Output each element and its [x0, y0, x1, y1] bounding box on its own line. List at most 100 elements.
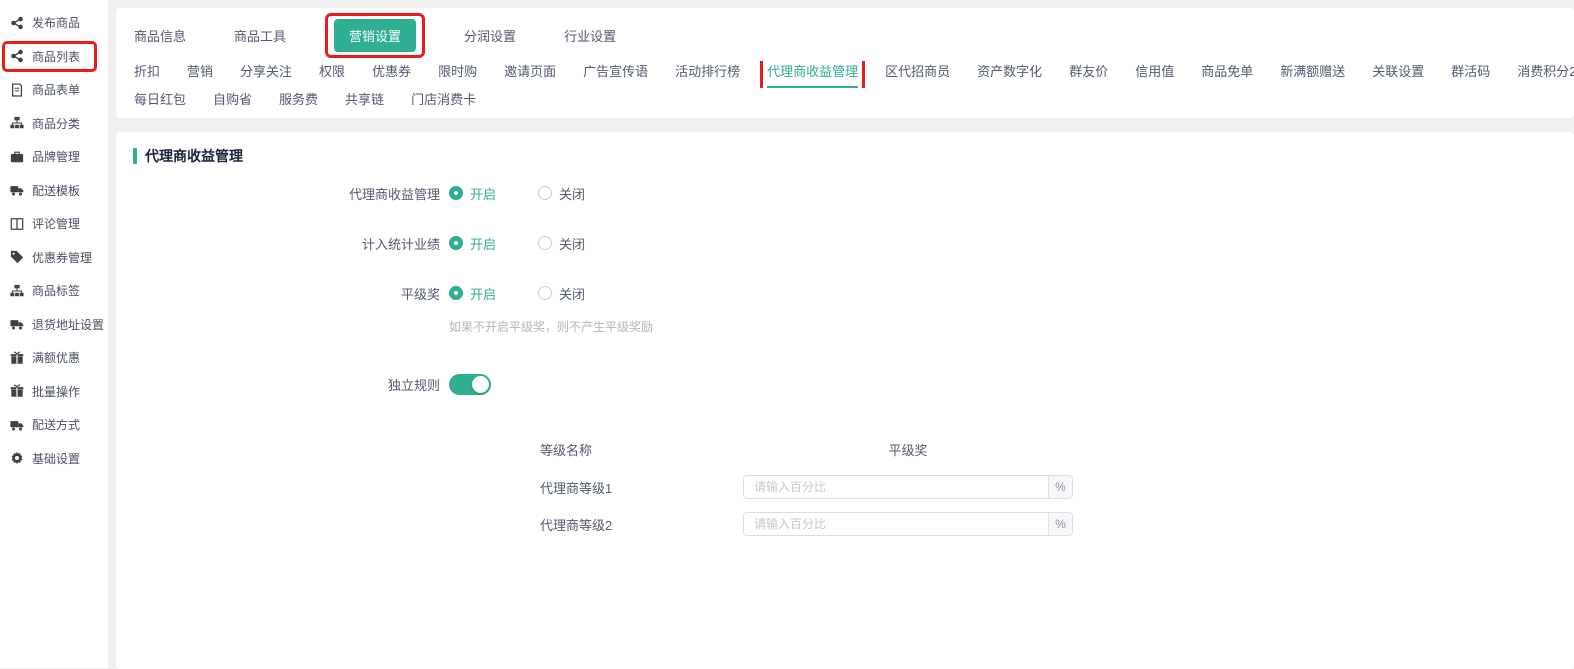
tabs-card: 商品信息 商品工具 营销设置 分润设置 行业设置 折扣 营销 分享关注 权限 优惠券 限时购 邀请页…: [116, 8, 1574, 118]
section-title-text: 代理商收益管理: [145, 146, 243, 166]
subtab-invite-page[interactable]: 邀请页面: [504, 61, 556, 86]
sidebar-item-delivery-template[interactable]: 配送模板: [0, 174, 108, 208]
radio-label: 关闭: [559, 234, 585, 253]
form-label: 平级奖: [116, 284, 440, 303]
tag-icon: [10, 250, 24, 264]
sidebar-item-delivery-method[interactable]: 配送方式: [0, 408, 108, 442]
form-label: 独立规则: [116, 375, 440, 394]
radio-label: 开启: [470, 184, 496, 203]
subtab-flash-sale[interactable]: 限时购: [438, 61, 477, 86]
sidebar-item-coupon-manage[interactable]: 优惠券管理: [0, 241, 108, 275]
form-icon: [10, 83, 24, 97]
radio-icon: [449, 286, 463, 300]
radio-same-level-award-on[interactable]: 开启: [449, 284, 496, 303]
radio-label: 开启: [470, 234, 496, 253]
subtab-discount[interactable]: 折扣: [134, 61, 160, 86]
percent-input[interactable]: [743, 475, 1048, 499]
percent-suffix: %: [1048, 475, 1073, 499]
subtab-agent-income-manage[interactable]: 代理商收益管理: [767, 61, 858, 88]
subtab-coupon[interactable]: 优惠券: [372, 61, 411, 86]
sidebar-item-label: 商品列表: [32, 48, 80, 65]
level-name: 代理商等级2: [540, 515, 743, 534]
table-row: 代理商等级2%: [540, 512, 1574, 536]
subtab-relation-settings[interactable]: 关联设置: [1372, 61, 1424, 86]
subtab-share-chain[interactable]: 共享链: [345, 89, 384, 114]
sidebar-item-label: 品牌管理: [32, 148, 80, 165]
radio-rows: 代理商收益管理开启关闭计入统计业绩开启关闭平级奖开启关闭如果不开启平级奖，则不产…: [116, 182, 1574, 335]
sub-tabs-row2: 每日红包 自购省 服务费 共享链 门店消费卡: [134, 89, 1574, 116]
subtab-new-full-gift[interactable]: 新满额赠送: [1280, 61, 1345, 86]
subtab-product-free[interactable]: 商品免单: [1201, 61, 1253, 86]
sidebar-item-full-discount[interactable]: 满额优惠: [0, 341, 108, 375]
radio-count-statistics-off[interactable]: 关闭: [538, 234, 585, 253]
radio-agent-income-manage-on[interactable]: 开启: [449, 184, 496, 203]
sidebar-item-comment-manage[interactable]: 评论管理: [0, 207, 108, 241]
radio-label: 关闭: [559, 284, 585, 303]
table-row: 代理商等级1%: [540, 475, 1574, 499]
percent-field: %: [743, 475, 1073, 499]
level-table-body: 代理商等级1% 代理商等级2%: [540, 475, 1574, 536]
section-title: 代理商收益管理: [133, 146, 1574, 166]
subtab-share-follow[interactable]: 分享关注: [240, 61, 292, 86]
tab-industry-settings[interactable]: 行业设置: [564, 19, 616, 52]
form-row-same-level-award: 平级奖开启 关闭: [116, 282, 1574, 304]
subtab-ad-slogan[interactable]: 广告宣传语: [583, 61, 648, 86]
level-table: 等级名称 平级奖 代理商等级1%代理商等级2%: [540, 440, 1574, 536]
form-label: 代理商收益管理: [116, 184, 440, 203]
subtab-credit-value[interactable]: 信用值: [1135, 61, 1174, 86]
percent-input[interactable]: [743, 512, 1048, 536]
sidebar-item-label: 基础设置: [32, 450, 80, 467]
tab-profit-settings[interactable]: 分润设置: [464, 19, 516, 52]
sidebar-item-product-form[interactable]: 商品表单: [0, 73, 108, 107]
sidebar-menu: 发布商品商品列表商品表单商品分类品牌管理配送模板评论管理优惠券管理商品标签退货地…: [0, 6, 108, 475]
subtab-area-agent-recruit[interactable]: 区代招商员: [885, 61, 950, 86]
share-icon: [10, 49, 24, 63]
subtab-consume-points2[interactable]: 消费积分2: [1517, 61, 1574, 86]
columns-icon: [10, 217, 24, 231]
subtab-group-live-code[interactable]: 群活码: [1451, 61, 1490, 86]
form-row-agent-income-manage: 代理商收益管理 开启 关闭: [116, 182, 1574, 204]
sitemap-icon: [10, 284, 24, 298]
sidebar-item-product-list[interactable]: 商品列表: [0, 40, 108, 74]
subtab-group-friend-price[interactable]: 群友价: [1069, 61, 1108, 86]
form-row-count-statistics: 计入统计业绩开启关闭: [116, 232, 1574, 254]
radio-icon: [449, 186, 463, 200]
sidebar-item-brand-manage[interactable]: 品牌管理: [0, 140, 108, 174]
subtab-asset-digitize[interactable]: 资产数字化: [977, 61, 1042, 86]
subtab-service-fee[interactable]: 服务费: [279, 89, 318, 114]
subtab-permission[interactable]: 权限: [319, 61, 345, 86]
briefcase-icon: [10, 150, 24, 164]
sidebar-item-product-tag[interactable]: 商品标签: [0, 274, 108, 308]
content-card: 代理商收益管理 代理商收益管理开启关闭计入统计业绩开启关闭平级奖开启关闭如果不开…: [116, 132, 1574, 669]
tab-marketing-settings[interactable]: 营销设置: [334, 19, 416, 52]
sidebar-item-product-category[interactable]: 商品分类: [0, 107, 108, 141]
gift-icon: [10, 384, 24, 398]
sidebar-item-label: 商品分类: [32, 115, 80, 132]
column-header-level-name: 等级名称: [540, 440, 743, 459]
radio-count-statistics-on[interactable]: 开启: [449, 234, 496, 253]
sidebar-item-publish-product[interactable]: 发布商品: [0, 6, 108, 40]
subtab-marketing[interactable]: 营销: [187, 61, 213, 86]
radio-agent-income-manage-off[interactable]: 关闭: [538, 184, 585, 203]
radio-group-agent-income-manage: 开启 关闭: [449, 184, 585, 203]
subtab-self-purchase-save[interactable]: 自购省: [213, 89, 252, 114]
truck-icon: [10, 418, 24, 432]
sidebar: 发布商品商品列表商品表单商品分类品牌管理配送模板评论管理优惠券管理商品标签退货地…: [0, 0, 108, 668]
tab-product-info[interactable]: 商品信息: [134, 19, 186, 52]
sidebar-item-batch-operation[interactable]: 批量操作: [0, 375, 108, 409]
independent-rule-toggle[interactable]: [449, 374, 491, 395]
settings-form: 代理商收益管理开启关闭计入统计业绩开启关闭平级奖开启关闭如果不开启平级奖，则不产…: [116, 182, 1574, 536]
tab-product-tools[interactable]: 商品工具: [234, 19, 286, 52]
subtab-activity-ranking[interactable]: 活动排行榜: [675, 61, 740, 86]
radio-same-level-award-off[interactable]: 关闭: [538, 284, 585, 303]
sitemap-icon: [10, 116, 24, 130]
subtab-daily-red-packet[interactable]: 每日红包: [134, 89, 186, 114]
radio-icon: [538, 236, 552, 250]
percent-suffix: %: [1048, 512, 1073, 536]
subtab-store-consume-card[interactable]: 门店消费卡: [411, 89, 476, 114]
section-title-bar-icon: [133, 148, 137, 164]
truck-icon: [10, 183, 24, 197]
sidebar-item-label: 优惠券管理: [32, 249, 92, 266]
sidebar-item-basic-settings[interactable]: 基础设置: [0, 442, 108, 476]
sidebar-item-return-address[interactable]: 退货地址设置: [0, 308, 108, 342]
